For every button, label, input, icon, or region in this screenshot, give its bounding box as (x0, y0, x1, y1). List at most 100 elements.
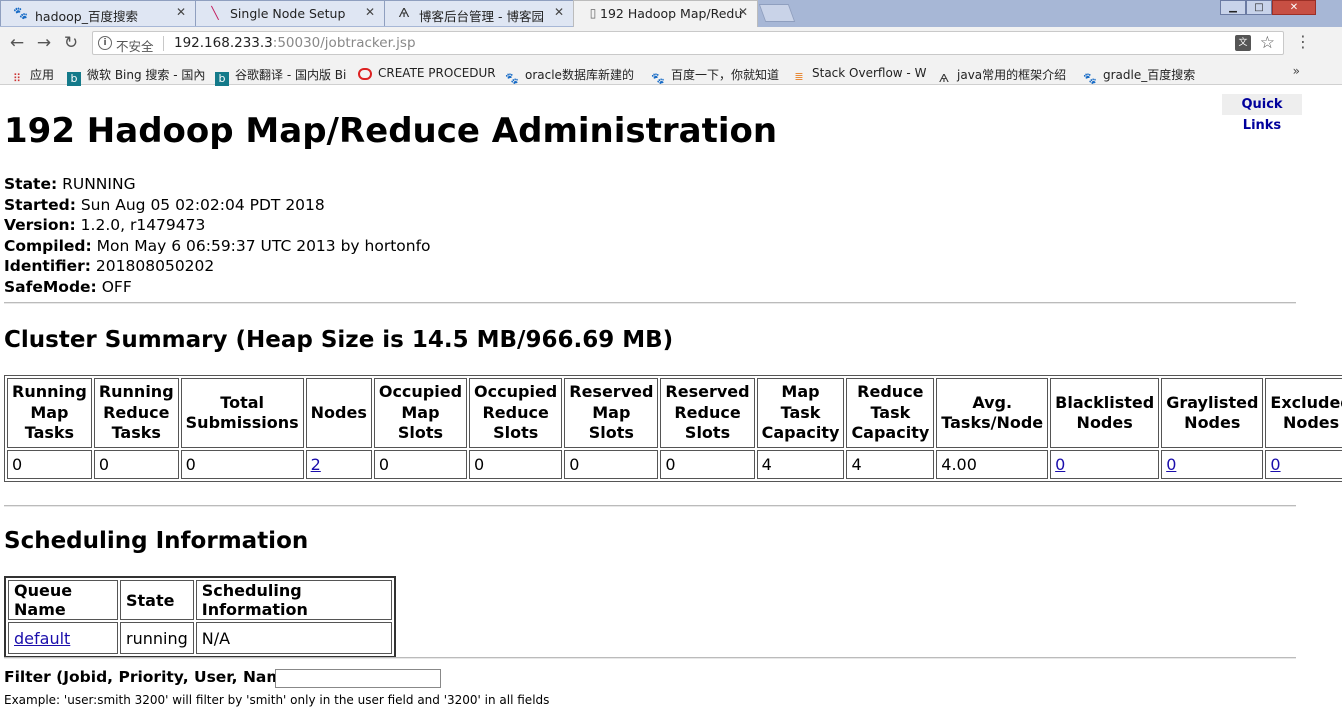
tab-label: 192 Hadoop Map/Redu (600, 6, 743, 21)
table-row: 0 0 0 2 0 0 0 0 4 4 4.00 0 0 0 (7, 450, 1342, 479)
bookmark-label: java常用的框架介绍 (957, 68, 1067, 82)
cluster-summary-table: Running Map Tasks Running Reduce Tasks T… (4, 375, 1342, 482)
info-label: SafeMode: (4, 277, 97, 296)
address-bar[interactable]: i 不安全 192.168.233.3:50030/jobtracker.jsp… (92, 31, 1284, 55)
bing-icon: b (67, 72, 81, 86)
scheduling-table: Queue Name State Scheduling Information … (4, 576, 396, 658)
separator (163, 36, 164, 51)
scheduling-heading: Scheduling Information (4, 528, 309, 554)
close-icon[interactable]: ✕ (365, 5, 375, 19)
tab-label: Single Node Setup (230, 6, 346, 21)
bookmark-label: gradle_百度搜索 (1103, 68, 1196, 82)
tab-jobtracker[interactable]: ▯ 192 Hadoop Map/Redu ✕ (573, 0, 758, 27)
bing-icon: b (215, 72, 229, 86)
bookmark-google-translate[interactable]: b 谷歌翻译 - 国内版 Bi (215, 66, 346, 86)
back-icon[interactable]: ← (7, 33, 27, 53)
paw-icon: 🐾 (1083, 72, 1097, 85)
tab-single-node-setup[interactable]: ╲ Single Node Setup ✕ (195, 0, 385, 26)
table-cell: 4.00 (936, 450, 1049, 479)
minimize-icon[interactable]: ▁ (1220, 0, 1246, 15)
cluster-summary-heading: Cluster Summary (Heap Size is 14.5 MB/96… (4, 327, 674, 353)
queue-default-link[interactable]: default (14, 629, 70, 648)
star-icon[interactable]: ☆ (1260, 33, 1275, 53)
forward-icon[interactable]: → (34, 33, 54, 53)
apps-icon: ⠿ (12, 72, 22, 85)
info-label: Version: (4, 216, 76, 234)
quick-links-link[interactable]: Quick Links (1222, 94, 1302, 133)
column-header: State (120, 580, 194, 620)
table-header-row: Queue Name State Scheduling Information (8, 580, 392, 620)
table-cell: N/A (195, 622, 392, 654)
column-header: Occupied Map Slots (373, 378, 468, 448)
url-text[interactable]: 192.168.233.3:50030/jobtracker.jsp (174, 35, 416, 51)
info-version: Version: 1.2.0, r1479473 (4, 215, 431, 236)
bookmark-label: 微软 Bing 搜索 - 国內 (87, 68, 206, 82)
new-tab-button[interactable] (758, 4, 796, 22)
close-window-icon[interactable]: ✕ (1272, 0, 1316, 15)
bookmarks-more-icon[interactable]: » (1293, 64, 1300, 78)
table-cell: 0 (93, 450, 179, 479)
column-header: Running Reduce Tasks (93, 378, 179, 448)
info-value: RUNNING (62, 175, 136, 193)
info-icon[interactable]: i (98, 36, 112, 50)
divider (4, 657, 1296, 659)
table-cell: 0 (1265, 450, 1342, 479)
excluded-nodes-link[interactable]: 0 (1270, 455, 1280, 474)
info-label: State: (4, 175, 58, 193)
column-header: Avg. Tasks/Node (936, 378, 1049, 448)
table-cell: 0 (7, 450, 92, 479)
menu-icon[interactable]: ⋮ (1295, 32, 1311, 51)
bookmark-label: 百度一下，你就知道 (671, 68, 780, 82)
divider (4, 505, 1296, 507)
paw-icon: 🐾 (651, 72, 665, 85)
column-header: Nodes (305, 378, 372, 448)
column-header: Reserved Map Slots (564, 378, 659, 448)
bookmark-gradle[interactable]: 🐾 gradle_百度搜索 (1083, 66, 1195, 86)
maximize-icon[interactable]: □ (1246, 0, 1272, 15)
bookmark-label: 谷歌翻译 - 国内版 Bi (235, 68, 347, 82)
bookmark-java-frameworks[interactable]: Ѧjava常用的框架介绍 (937, 66, 1066, 86)
info-safemode: SafeMode: OFF (4, 277, 431, 298)
info-value: Sun Aug 05 02:02:04 PDT 2018 (80, 195, 325, 214)
bookmark-create-procedure[interactable]: CREATE PROCEDUR (358, 66, 496, 80)
reload-icon[interactable]: ↻ (61, 33, 81, 53)
close-icon[interactable]: ✕ (738, 5, 748, 19)
close-icon[interactable]: ✕ (176, 5, 186, 19)
page-content: Quick Links 192 Hadoop Map/Reduce Admini… (0, 85, 1342, 707)
bookmark-bing[interactable]: b 微软 Bing 搜索 - 国內 (67, 66, 205, 86)
page-title: 192 Hadoop Map/Reduce Administration (4, 111, 778, 151)
table-cell: default (8, 622, 118, 654)
stackoverflow-icon: ≣ (794, 70, 804, 83)
table-row: default running N/A (8, 622, 392, 654)
bookmark-label: oracle数据库新建的 (525, 68, 634, 82)
tab-hadoop-search[interactable]: 🐾 hadoop_百度搜索 ✕ (0, 0, 196, 26)
tab-strip: 🐾 hadoop_百度搜索 ✕ ╲ Single Node Setup ✕ Ѧ … (0, 0, 1342, 27)
nodes-link[interactable]: 2 (311, 455, 321, 474)
info-label: Compiled: (4, 236, 92, 255)
column-header: Total Submissions (180, 378, 304, 448)
bookmark-oracle[interactable]: 🐾 oracle数据库新建的 (505, 66, 634, 86)
bookmark-baidu[interactable]: 🐾 百度一下，你就知道 (651, 66, 779, 86)
cnblogs-icon: Ѧ (939, 72, 949, 85)
bookmark-label: Stack Overflow - W (812, 66, 927, 80)
table-cell: 0 (180, 450, 304, 479)
translate-icon[interactable]: 文 (1235, 35, 1251, 51)
browser-toolbar: ← → ↻ i 不安全 192.168.233.3:50030/jobtrack… (0, 27, 1342, 61)
column-header: Reserved Reduce Slots (660, 378, 755, 448)
bookmark-label: CREATE PROCEDUR (378, 66, 496, 80)
table-cell: 0 (660, 450, 755, 479)
column-header: Occupied Reduce Slots (469, 378, 563, 448)
url-host: 192.168.233.3 (174, 35, 273, 51)
bookmark-apps[interactable]: ⠿ 应用 (10, 66, 54, 86)
oracle-icon (358, 68, 372, 80)
paw-icon: 🐾 (13, 6, 28, 20)
close-icon[interactable]: ✕ (554, 5, 564, 19)
filter-input[interactable] (275, 669, 441, 688)
bookmark-stackoverflow[interactable]: ≣ Stack Overflow - W (792, 66, 926, 84)
bookmarks-bar: ⠿ 应用 b 微软 Bing 搜索 - 国內 b 谷歌翻译 - 国内版 Bi CREA… (0, 61, 1342, 86)
blacklisted-nodes-link[interactable]: 0 (1055, 455, 1065, 474)
graylisted-nodes-link[interactable]: 0 (1166, 455, 1176, 474)
table-cell: 4 (846, 450, 935, 479)
tab-cnblogs[interactable]: Ѧ 博客后台管理 - 博客园 ✕ (384, 0, 574, 26)
info-label: Identifier: (4, 257, 91, 275)
